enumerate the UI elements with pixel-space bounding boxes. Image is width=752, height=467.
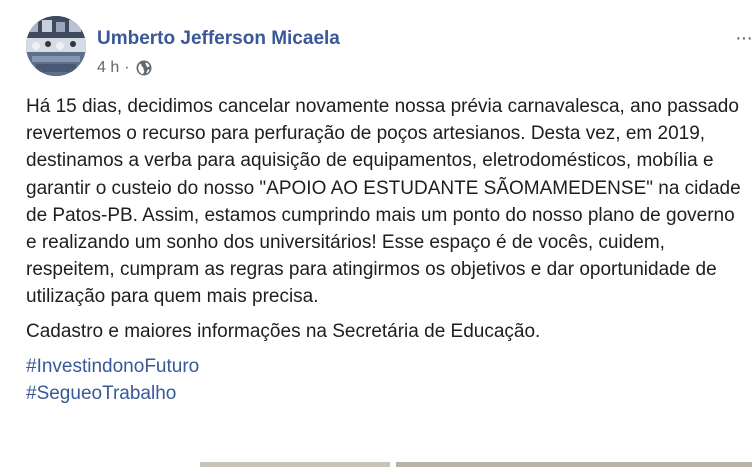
post-paragraph: Cadastro e maiores informações na Secret… — [26, 320, 541, 342]
attached-photo[interactable] — [200, 462, 390, 467]
facebook-post: Umberto Jefferson Micaela 4 h · ··· Há 1… — [0, 0, 752, 467]
post-paragraph: Há 15 dias, decidimos cancelar novamente… — [26, 96, 741, 308]
post-meta: 4 h · — [97, 58, 152, 78]
author-name[interactable]: Umberto Jefferson Micaela — [97, 28, 340, 50]
post-body: Há 15 dias, decidimos cancelar novamente… — [26, 93, 746, 407]
hashtag-list: #InvestindonoFuturo #SegueoTrabalho — [26, 353, 746, 407]
attached-photo[interactable] — [396, 462, 752, 467]
attached-photos-edge — [0, 462, 752, 467]
more-options-icon[interactable]: ··· — [735, 28, 752, 48]
meta-separator: · — [124, 59, 130, 76]
post-timestamp[interactable]: 4 h — [97, 58, 119, 78]
globe-icon[interactable] — [136, 60, 152, 76]
avatar[interactable] — [26, 16, 86, 76]
hashtag-link[interactable]: #InvestindonoFuturo — [26, 353, 746, 380]
hashtag-link[interactable]: #SegueoTrabalho — [26, 380, 746, 407]
